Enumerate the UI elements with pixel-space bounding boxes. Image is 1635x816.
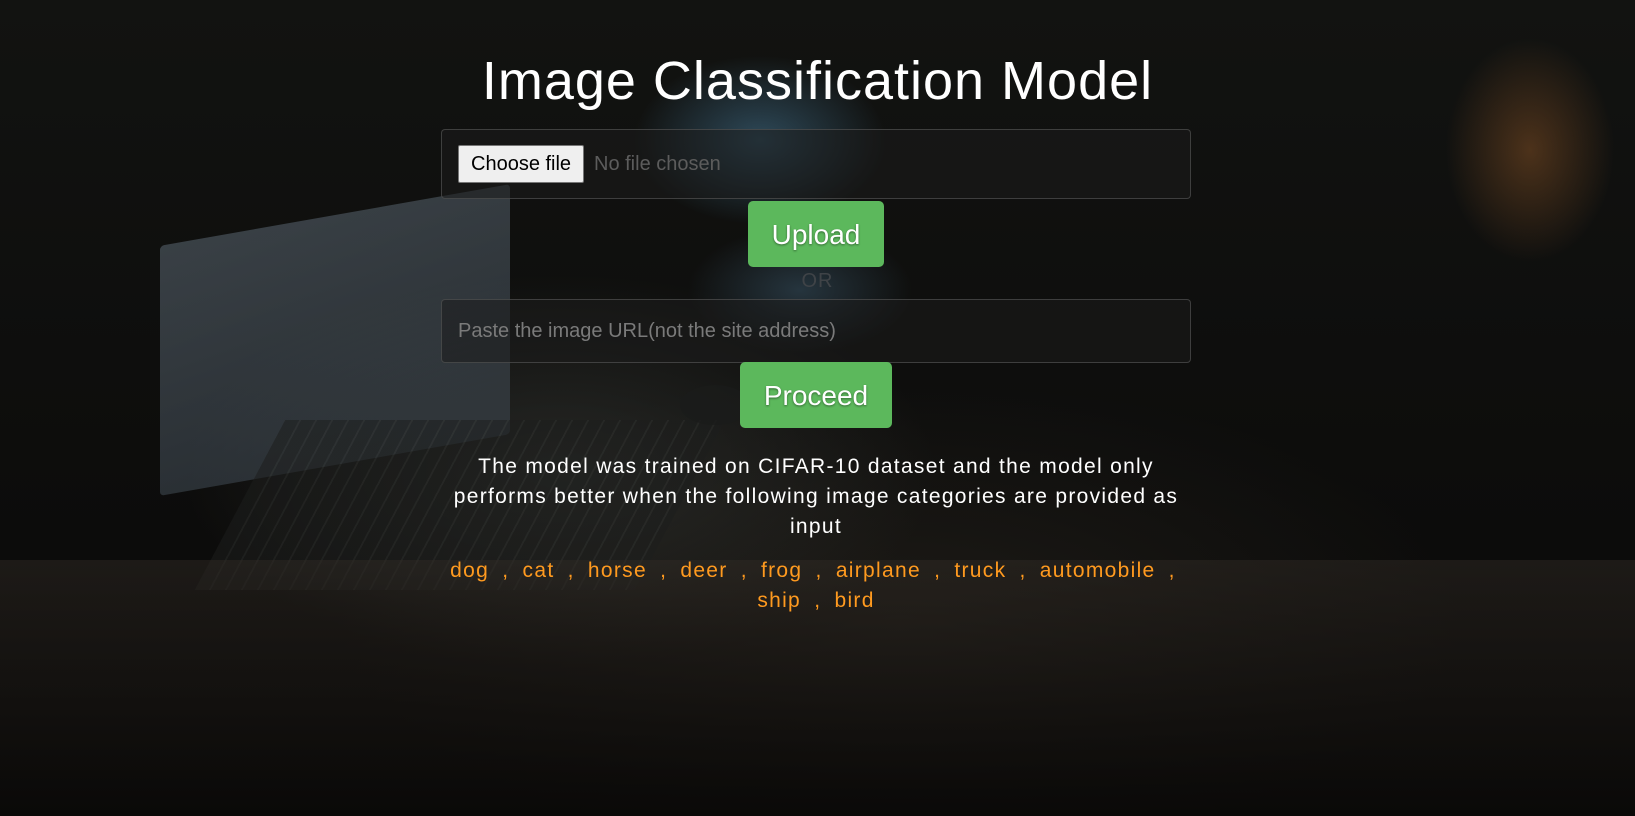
category-item: ship [757,589,802,612]
or-divider-text: OR [801,270,834,292]
category-item: deer [680,559,728,582]
category-separator: , [815,559,823,582]
category-item: bird [834,589,875,612]
category-separator: , [502,559,510,582]
upload-button[interactable]: Upload [748,201,884,267]
category-separator: , [1168,559,1176,582]
category-separator: , [567,559,575,582]
file-input-box[interactable]: Choose file No file chosen [441,129,1191,199]
model-description: The model was trained on CIFAR-10 datase… [453,455,1179,538]
category-item: truck [954,559,1007,582]
category-separator: , [740,559,748,582]
file-status-text: No file chosen [594,153,721,175]
page-title: Image Classification Model [481,51,1154,111]
category-item: frog [761,559,803,582]
category-separator: , [814,589,822,612]
category-separator: , [660,559,668,582]
proceed-button[interactable]: Proceed [740,362,892,428]
category-item: cat [522,559,555,582]
category-separator: , [1019,559,1027,582]
category-item: dog [450,559,490,582]
category-item: airplane [835,559,921,582]
image-url-input[interactable] [441,299,1191,363]
category-separator: , [934,559,942,582]
category-list: dog , cat , horse , deer , frog , airpla… [441,556,1191,616]
category-item: horse [587,559,647,582]
category-item: automobile [1039,559,1156,582]
choose-file-button[interactable]: Choose file [458,145,585,183]
